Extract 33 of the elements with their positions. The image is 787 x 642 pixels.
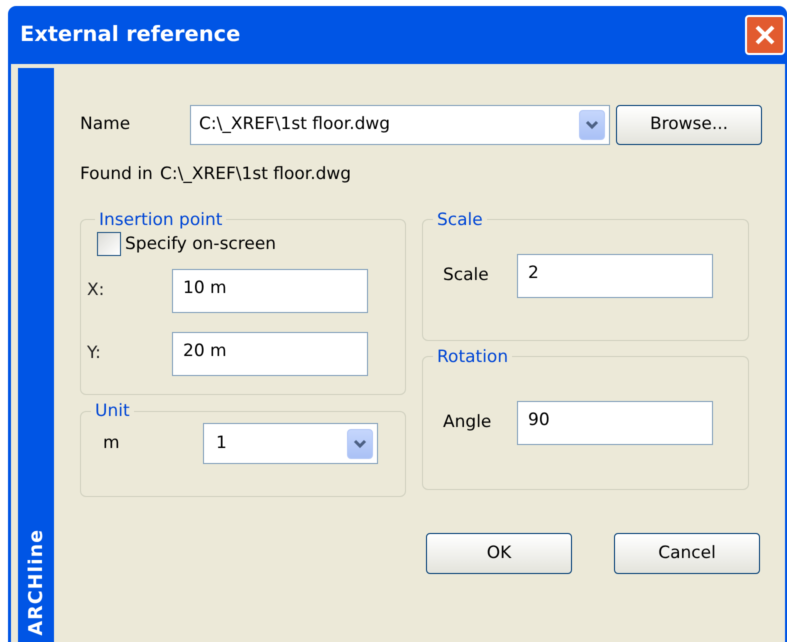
- dropdown-value: C:\_XREF\1st floor.dwg: [198, 113, 390, 136]
- close-icon: [754, 24, 776, 46]
- dropdown-button[interactable]: [347, 428, 373, 458]
- field-label: Angle: [442, 410, 492, 434]
- unit-dropdown[interactable]: 1: [203, 423, 378, 464]
- field-label: Name: [80, 113, 132, 136]
- text-field[interactable]: 20 m: [172, 332, 368, 376]
- dropdown-value: 1: [215, 432, 227, 455]
- close-button[interactable]: [745, 15, 785, 55]
- checkbox-label: Specify on-screen: [125, 232, 276, 256]
- dropdown-button[interactable]: [579, 110, 605, 140]
- chevron-down-icon: [585, 120, 599, 130]
- text-field[interactable]: 90: [517, 400, 713, 444]
- group-title: Scale: [436, 210, 484, 230]
- group-title: Rotation: [436, 346, 510, 366]
- text-field[interactable]: 2: [517, 254, 713, 298]
- dialog-button[interactable]: Cancel: [614, 533, 760, 574]
- field-label: Y:: [86, 342, 102, 366]
- window-title: External reference: [20, 21, 240, 48]
- chevron-down-icon: [353, 438, 367, 448]
- field-label: m: [102, 432, 121, 455]
- text-field[interactable]: 10 m: [172, 269, 368, 313]
- browse-button[interactable]: Browse...: [616, 105, 762, 145]
- field-label: Scale: [442, 264, 490, 287]
- checkbox[interactable]: [97, 232, 121, 256]
- found-in-path: C:\_XREF\1st floor.dwg: [160, 163, 352, 186]
- name-dropdown[interactable]: C:\_XREF\1st floor.dwg: [190, 105, 610, 145]
- brand-label: ARCHline: [24, 529, 48, 636]
- group-title: Insertion point: [98, 210, 224, 230]
- group-title: Unit: [94, 401, 131, 421]
- found-in-label: Found in: [80, 163, 154, 186]
- field-label: X:: [86, 279, 106, 302]
- dialog-button[interactable]: OK: [426, 533, 572, 574]
